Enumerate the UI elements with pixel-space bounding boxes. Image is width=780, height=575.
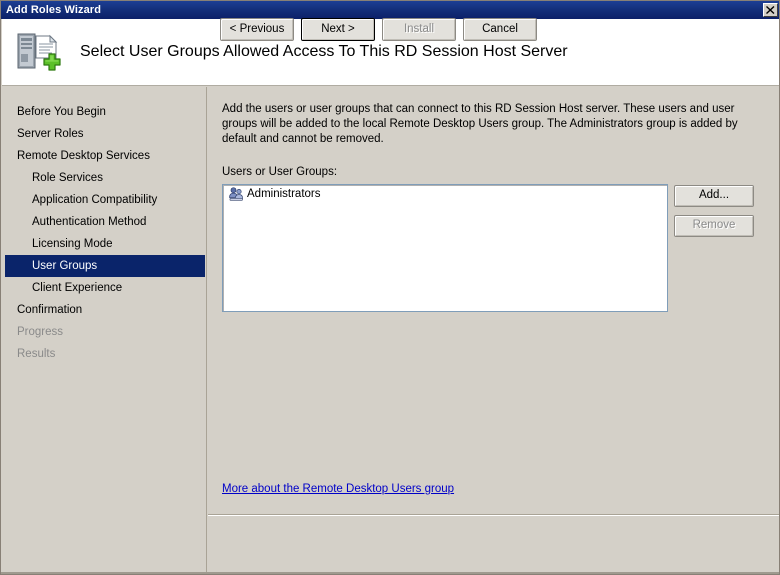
server-add-roles-glyph <box>17 33 61 71</box>
main-content: Add the users or user groups that can co… <box>208 87 779 514</box>
sidebar-item-progress: Progress <box>17 326 64 338</box>
wizard-steps-nav: Before You Begin Server Roles Remote Deskt… <box>2 87 207 574</box>
sidebar-item-before-you-begin[interactable]: Before You Begin <box>2 101 206 123</box>
list-item-label: Administrators <box>247 187 321 200</box>
page-description: Add the users or user groups that can co… <box>222 103 738 145</box>
sidebar-item-licensing-mode[interactable]: Licensing Mode <box>2 233 206 255</box>
sidebar-item-client-experience[interactable]: Client Experience <box>2 277 206 299</box>
close-x-glyph <box>766 6 775 14</box>
wizard-steps-list: Before You Begin Server Roles Remote Deskt… <box>2 87 206 365</box>
wizard-footer <box>208 517 779 574</box>
add-button[interactable]: Add... <box>674 185 754 207</box>
window-bottom-edge <box>1 572 779 574</box>
sidebar-item-authentication-method[interactable]: Authentication Method <box>2 211 206 233</box>
user-groups-listbox[interactable]: Administrators <box>222 184 668 312</box>
sidebar-item-remote-desktop-services[interactable]: Remote Desktop Services <box>2 145 206 167</box>
user-group-glyph <box>229 186 243 201</box>
list-item[interactable]: Administrators <box>223 185 667 202</box>
title-bar: Add Roles Wizard <box>1 1 779 19</box>
footer-divider <box>208 514 779 516</box>
window-title: Add Roles Wizard <box>6 4 102 16</box>
sidebar-item-user-groups[interactable]: User Groups <box>5 255 205 277</box>
user-group-icon <box>228 186 244 202</box>
user-groups-label: Users or User Groups: <box>222 166 338 178</box>
previous-button[interactable]: < Previous <box>220 18 294 41</box>
install-button: Install <box>382 18 456 41</box>
sidebar-item-server-roles[interactable]: Server Roles <box>2 123 206 145</box>
sidebar-item-application-compatibility[interactable]: Application Compatibility <box>2 189 206 211</box>
cancel-button[interactable]: Cancel <box>463 18 537 41</box>
more-about-rd-users-link[interactable]: More about the Remote Desktop Users grou… <box>222 483 454 495</box>
sidebar-item-results: Results <box>17 348 56 360</box>
sidebar-item-role-services[interactable]: Role Services <box>2 167 206 189</box>
add-roles-wizard-window: Add Roles Wizard Select User Groups Allo… <box>0 0 780 575</box>
server-add-roles-icon <box>14 28 62 76</box>
remove-button: Remove <box>674 215 754 237</box>
close-icon[interactable] <box>763 3 778 17</box>
page-title: Select User Groups Allowed Access To Thi… <box>80 43 568 60</box>
sidebar-item-confirmation[interactable]: Confirmation <box>2 299 206 321</box>
nav-divider <box>206 87 207 574</box>
next-button[interactable]: Next > <box>301 18 375 41</box>
